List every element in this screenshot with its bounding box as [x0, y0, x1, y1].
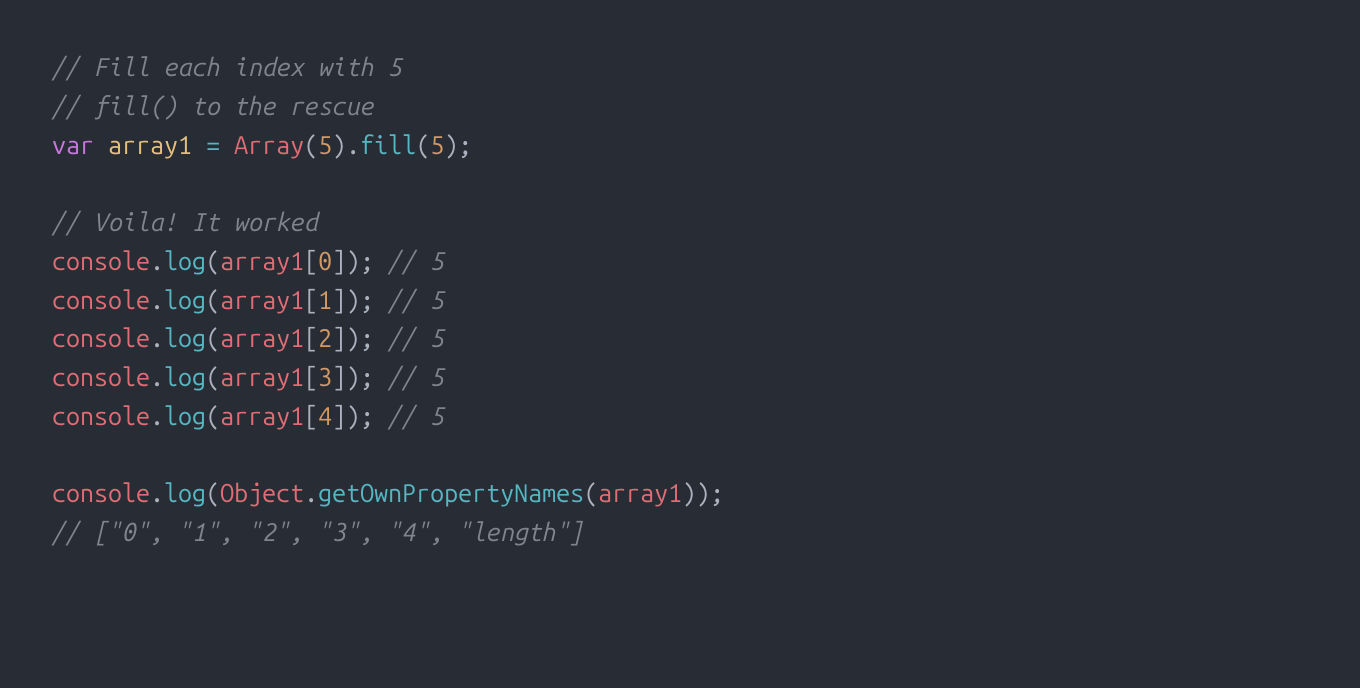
code-line: console.log(Object.getOwnPropertyNames(a… — [52, 474, 1308, 513]
punct: . — [346, 131, 360, 159]
punct: ( — [584, 479, 598, 507]
punct: . — [304, 479, 318, 507]
code-block: // Fill each index with 5 // fill() to th… — [0, 0, 1360, 600]
trailing-comment: // 5 — [374, 286, 444, 314]
punct: . — [150, 363, 164, 391]
punct: ; — [458, 131, 472, 159]
var-ref: array1 — [598, 479, 682, 507]
punct: [ — [304, 286, 318, 314]
punct: ) — [696, 479, 710, 507]
punct: ; — [360, 324, 374, 352]
method-name: log — [164, 324, 206, 352]
var-ref: array1 — [220, 324, 304, 352]
number: 5 — [430, 131, 444, 159]
comment-text: // fill() to the rescue — [52, 92, 374, 120]
object-ref: console — [52, 247, 150, 275]
code-line: var array1 = Array(5).fill(5); — [52, 126, 1308, 165]
class-name: Array — [234, 131, 304, 159]
punct: ( — [206, 479, 220, 507]
comment-text: // ["0", "1", "2", "3", "4", "length"] — [52, 518, 584, 546]
punct: [ — [304, 402, 318, 430]
method-name: log — [164, 247, 206, 275]
code-line: console.log(array1[1]); // 5 — [52, 281, 1308, 320]
number: 2 — [318, 324, 332, 352]
method-name: fill — [360, 131, 416, 159]
object-ref: console — [52, 363, 150, 391]
punct: ; — [360, 286, 374, 314]
var-ref: array1 — [220, 247, 304, 275]
number: 1 — [318, 286, 332, 314]
punct: ) — [346, 363, 360, 391]
punct: [ — [304, 363, 318, 391]
object-ref: console — [52, 402, 150, 430]
object-ref: console — [52, 479, 150, 507]
code-line: console.log(array1[3]); // 5 — [52, 358, 1308, 397]
number: 4 — [318, 402, 332, 430]
punct: . — [150, 286, 164, 314]
code-line: // ["0", "1", "2", "3", "4", "length"] — [52, 513, 1308, 552]
punct: ( — [304, 131, 318, 159]
punct: ] — [332, 363, 346, 391]
punct: ( — [206, 247, 220, 275]
punct: ( — [206, 363, 220, 391]
code-line: console.log(array1[4]); // 5 — [52, 397, 1308, 436]
trailing-comment: // 5 — [374, 247, 444, 275]
punct: ] — [332, 402, 346, 430]
punct: ] — [332, 286, 346, 314]
punct: ; — [710, 479, 724, 507]
method-name: log — [164, 286, 206, 314]
object-ref: console — [52, 324, 150, 352]
var-ref: array1 — [220, 363, 304, 391]
comment-text: // Voila! It worked — [52, 208, 318, 236]
punct: ] — [332, 324, 346, 352]
punct: ; — [360, 247, 374, 275]
punct: . — [150, 479, 164, 507]
method-name: log — [164, 479, 206, 507]
comment-text: // Fill each index with 5 — [52, 53, 402, 81]
punct: [ — [304, 324, 318, 352]
method-name: getOwnPropertyNames — [318, 479, 584, 507]
punct: ) — [346, 247, 360, 275]
punct: ) — [682, 479, 696, 507]
method-name: log — [164, 363, 206, 391]
punct: ( — [206, 402, 220, 430]
code-line: // Fill each index with 5 — [52, 48, 1308, 87]
identifier: array1 — [108, 131, 192, 159]
var-ref: array1 — [220, 286, 304, 314]
number: 3 — [318, 363, 332, 391]
code-line: // fill() to the rescue — [52, 87, 1308, 126]
punct: ) — [332, 131, 346, 159]
punct: [ — [304, 247, 318, 275]
operator: = — [206, 131, 220, 159]
code-line — [52, 164, 1308, 203]
punct: ] — [332, 247, 346, 275]
punct: ) — [346, 402, 360, 430]
punct: . — [150, 402, 164, 430]
class-name: Object — [220, 479, 304, 507]
trailing-comment: // 5 — [374, 363, 444, 391]
punct: . — [150, 324, 164, 352]
object-ref: console — [52, 286, 150, 314]
punct: ( — [206, 286, 220, 314]
punct: ; — [360, 402, 374, 430]
number: 0 — [318, 247, 332, 275]
punct: ) — [346, 324, 360, 352]
punct: ) — [444, 131, 458, 159]
code-line: console.log(array1[2]); // 5 — [52, 319, 1308, 358]
punct: ) — [346, 286, 360, 314]
method-name: log — [164, 402, 206, 430]
trailing-comment: // 5 — [374, 402, 444, 430]
trailing-comment: // 5 — [374, 324, 444, 352]
punct: ( — [416, 131, 430, 159]
code-line — [52, 436, 1308, 475]
var-ref: array1 — [220, 402, 304, 430]
code-line: console.log(array1[0]); // 5 — [52, 242, 1308, 281]
number: 5 — [318, 131, 332, 159]
punct: ; — [360, 363, 374, 391]
keyword: var — [52, 131, 94, 159]
punct: ( — [206, 324, 220, 352]
code-line: // Voila! It worked — [52, 203, 1308, 242]
punct: . — [150, 247, 164, 275]
